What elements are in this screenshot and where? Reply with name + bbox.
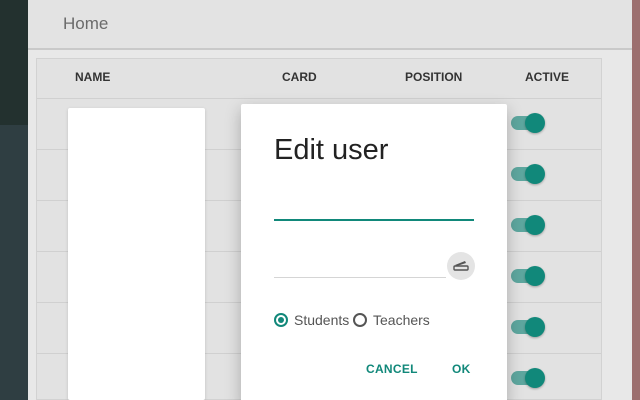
toggle-knob xyxy=(525,266,545,286)
table-header: NAME CARD POSITION ACTIVE xyxy=(37,59,601,99)
dialog-title: Edit user xyxy=(274,134,389,166)
active-toggle[interactable] xyxy=(511,164,545,184)
sidebar xyxy=(0,0,28,400)
active-toggle[interactable] xyxy=(511,317,545,337)
active-toggle[interactable] xyxy=(511,266,545,286)
active-toggle[interactable] xyxy=(511,113,545,133)
column-header-active[interactable]: ACTIVE xyxy=(525,70,569,84)
card-input[interactable] xyxy=(274,256,446,278)
radio-label-teachers[interactable]: Teachers xyxy=(373,312,430,328)
right-edge-strip xyxy=(632,0,640,400)
radio-label-students[interactable]: Students xyxy=(294,312,349,328)
cancel-button[interactable]: CANCEL xyxy=(366,362,418,376)
toggle-knob xyxy=(525,368,545,388)
app-header: Home xyxy=(28,0,632,50)
autocomplete-dropdown[interactable] xyxy=(68,108,205,400)
column-header-card[interactable]: CARD xyxy=(282,70,317,84)
page-title: Home xyxy=(63,14,109,33)
toggle-knob xyxy=(525,215,545,235)
column-header-position[interactable]: POSITION xyxy=(405,70,462,84)
toggle-knob xyxy=(525,317,545,337)
card-reader-button[interactable] xyxy=(447,252,475,280)
name-input[interactable] xyxy=(274,199,474,221)
toggle-knob xyxy=(525,113,545,133)
active-toggle[interactable] xyxy=(511,368,545,388)
active-toggle[interactable] xyxy=(511,215,545,235)
radio-teachers[interactable] xyxy=(353,313,367,327)
sidebar-top xyxy=(0,0,28,125)
toggle-knob xyxy=(525,164,545,184)
edit-user-dialog: Edit user Students Teachers CANCEL OK xyxy=(241,104,507,400)
card-reader-icon xyxy=(453,259,469,274)
column-header-name[interactable]: NAME xyxy=(75,70,110,84)
radio-students[interactable] xyxy=(274,313,288,327)
ok-button[interactable]: OK xyxy=(452,362,471,376)
